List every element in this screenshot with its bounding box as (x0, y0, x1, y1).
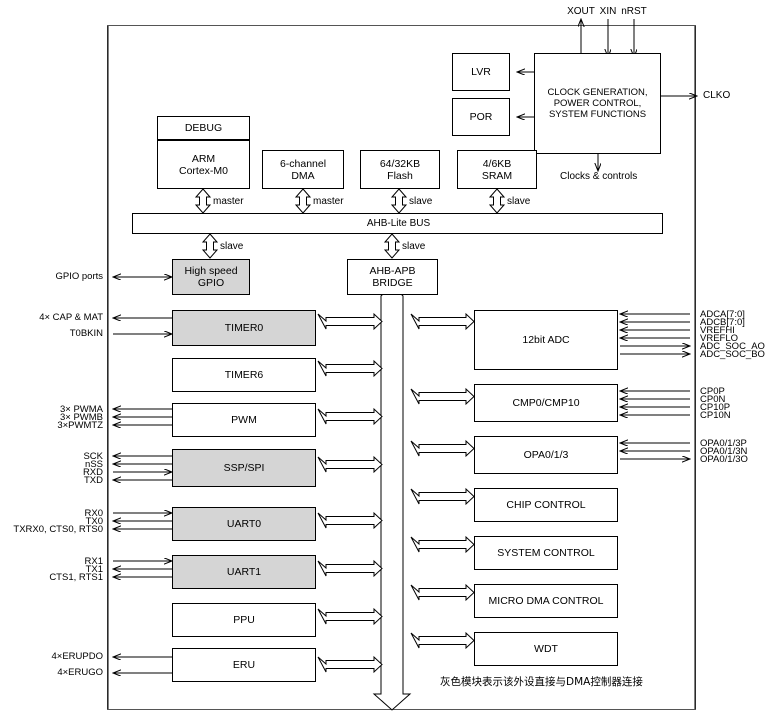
block-por-label: POR (469, 111, 493, 123)
block-pwm-label: PWM (231, 414, 257, 426)
block-por: POR (452, 98, 510, 136)
block-cmp: CMP0/CMP10 (474, 384, 618, 422)
block-flash: 64/32KB Flash (360, 150, 440, 189)
signal-label-adc-soc-bo: ADC_SOC_BO (700, 349, 765, 360)
ahb-lite-bus: AHB-Lite BUS (132, 213, 663, 234)
block-eru-label: ERU (232, 659, 256, 671)
clocks-and-controls-label: Clocks & controls (560, 171, 638, 182)
flash-line-1: 64/32KB (379, 157, 421, 170)
block-lvr-label: LVR (471, 66, 491, 78)
bridge-line-1: AHB-APB (369, 265, 416, 277)
block-wdt: WDT (474, 632, 618, 666)
cpu-line-1: ARM (191, 152, 216, 165)
clock-line-3: SYSTEM FUNCTIONS (548, 109, 647, 120)
block-timer6: TIMER6 (172, 358, 316, 392)
gpio-line-1: High speed (184, 265, 238, 277)
block-micro-dma-control-label: MICRO DMA CONTROL (488, 595, 604, 607)
block-sram: 4/6KB SRAM (457, 150, 537, 189)
bus-port-label-arm-master: master (213, 196, 244, 207)
block-uart1-label: UART1 (226, 566, 262, 578)
block-arm-cortex-m0: ARM Cortex-M0 (157, 140, 250, 189)
block-lvr: LVR (452, 53, 510, 91)
block-uart0: UART0 (172, 507, 316, 541)
block-ppu-label: PPU (233, 614, 255, 626)
ahb-lite-bus-label: AHB-Lite BUS (366, 218, 431, 229)
signal-label-erugo: 4×ERUGO (57, 667, 103, 678)
block-debug: DEBUG (157, 116, 250, 140)
block-ssp-spi: SSP/SPI (172, 449, 316, 487)
signal-label-uart0-ctrl: TXRX0, CTS0, RTS0 (13, 524, 103, 535)
block-opa-label: OPA0/1/3 (523, 449, 569, 461)
signal-label-txd: TXD (84, 475, 103, 486)
block-timer0: TIMER0 (172, 310, 316, 346)
signal-label-pwmtz: 3×PWMTZ (57, 420, 103, 431)
bus-port-label-flash-slave: slave (409, 196, 433, 207)
clock-line-2: POWER CONTROL, (553, 98, 642, 109)
dma-line-2: DMA (291, 169, 315, 182)
signal-label-erupdo: 4×ERUPDO (51, 651, 103, 662)
block-system-control-label: SYSTEM CONTROL (497, 547, 595, 559)
signal-label-uart1-ctrl: CTS1, RTS1 (49, 572, 103, 583)
bus-port-label-gpio-slave: slave (220, 241, 244, 252)
block-12bit-adc-label: 12bit ADC (522, 334, 570, 346)
pin-label-clko: CLKO (703, 90, 731, 101)
block-12bit-adc: 12bit ADC (474, 310, 618, 370)
flash-line-2: Flash (387, 169, 413, 182)
block-wdt-label: WDT (534, 643, 558, 655)
block-high-speed-gpio: High speed GPIO (172, 259, 250, 295)
block-debug-label: DEBUG (184, 122, 223, 134)
block-ssp-spi-label: SSP/SPI (223, 462, 265, 474)
block-cmp-label: CMP0/CMP10 (512, 397, 580, 409)
block-chip-control-label: CHIP CONTROL (506, 499, 586, 511)
block-dma: 6-channel DMA (262, 150, 344, 189)
bus-port-label-dma-master: master (313, 196, 344, 207)
block-uart1: UART1 (172, 555, 316, 589)
block-system-control: SYSTEM CONTROL (474, 536, 618, 570)
gpio-line-2: GPIO (197, 277, 225, 289)
bridge-line-2: BRIDGE (372, 277, 413, 289)
cpu-line-2: Cortex-M0 (178, 164, 228, 177)
block-pwm: PWM (172, 403, 316, 437)
bus-port-label-bridge-slave: slave (402, 241, 426, 252)
block-timer0-label: TIMER0 (224, 322, 264, 334)
diagram-caption: 灰色模块表示该外设直接与DMA控制器连接 (440, 676, 643, 688)
pin-label-nrst: nRST (621, 6, 647, 17)
block-chip-control: CHIP CONTROL (474, 488, 618, 522)
block-ppu: PPU (172, 603, 316, 637)
bus-port-label-sram-slave: slave (507, 196, 531, 207)
sram-line-2: SRAM (481, 169, 513, 182)
block-micro-dma-control: MICRO DMA CONTROL (474, 584, 618, 618)
block-ahb-apb-bridge: AHB-APB BRIDGE (347, 259, 438, 295)
block-diagram: XOUT XIN nRST LVR POR CLOCK GENERATION, … (0, 0, 775, 720)
dma-line-1: 6-channel (279, 157, 327, 170)
signal-label-cap-mat: 4× CAP & MAT (39, 312, 103, 323)
block-eru: ERU (172, 648, 316, 682)
clock-line-1: CLOCK GENERATION, (547, 87, 648, 98)
block-timer6-label: TIMER6 (224, 369, 264, 381)
signal-label-opa-o: OPA0/1/3O (700, 454, 748, 465)
signal-label-cp10n: CP10N (700, 410, 731, 421)
block-opa: OPA0/1/3 (474, 436, 618, 474)
block-uart0-label: UART0 (226, 518, 262, 530)
block-clock-generation: CLOCK GENERATION, POWER CONTROL, SYSTEM … (534, 53, 661, 154)
signal-label-gpio-ports: GPIO ports (55, 271, 103, 282)
signal-label-t0bkin: T0BKIN (69, 328, 103, 339)
sram-line-1: 4/6KB (482, 157, 512, 170)
